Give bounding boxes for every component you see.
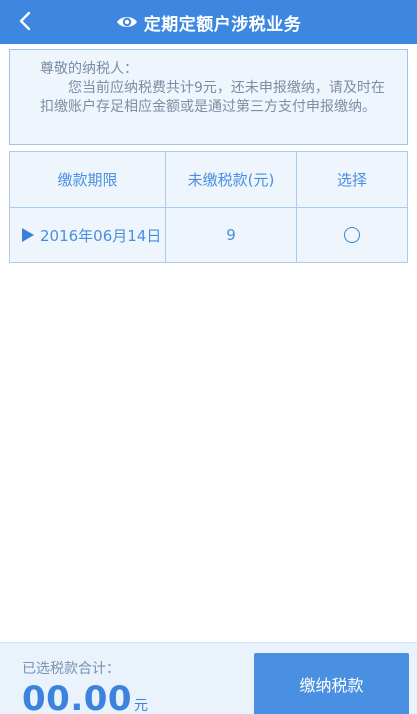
table-row[interactable]: 2016年06月14日 9: [10, 207, 407, 262]
selected-total-amount: 00.00 元: [22, 679, 148, 714]
page-title: 定期定额户涉税业务: [143, 14, 302, 35]
column-header-deadline: 缴款期限: [57, 171, 118, 189]
total-value: 00.00: [22, 679, 133, 714]
bottom-bar: 已选税款合计： 00.00 元 缴纳税款: [0, 642, 417, 714]
notice-box: 尊敬的纳税人： 您当前应纳税费共计9元，还未申报缴纳，请及时在扣缴账户存足相应金…: [9, 49, 408, 145]
unpaid-tax-cell: 9: [165, 208, 296, 262]
notice-message: 您当前应纳税费共计9元，还未申报缴纳，请及时在扣缴账户存足相应金额或是通过第三方…: [40, 80, 385, 115]
select-cell[interactable]: [296, 208, 407, 262]
tax-table: 缴款期限 未缴税款(元) 选择 2016年06月14日 9: [9, 151, 408, 263]
selected-total-label: 已选税款合计：: [22, 661, 120, 677]
tax-business-page: 定期定额户涉税业务 尊敬的纳税人： 您当前应纳税费共计9元，还未申报缴纳，请及时…: [0, 0, 417, 714]
expand-triangle-icon[interactable]: [22, 228, 34, 242]
top-nav-bar: 定期定额户涉税业务: [0, 0, 417, 44]
select-radio[interactable]: [344, 227, 360, 243]
deadline-cell[interactable]: 2016年06月14日: [10, 208, 165, 262]
title-group: 定期定额户涉税业务: [0, 0, 417, 44]
column-header-unpaid-tax: 未缴税款(元): [165, 152, 296, 207]
pay-tax-button[interactable]: 缴纳税款: [254, 653, 409, 714]
column-header-select: 选择: [296, 152, 407, 207]
table-header-row: 缴款期限 未缴税款(元) 选择: [10, 152, 407, 207]
total-unit: 元: [134, 698, 149, 714]
notice-greeting: 尊敬的纳税人：: [40, 61, 138, 77]
eye-icon: [116, 17, 137, 27]
deadline-value: 2016年06月14日: [40, 226, 162, 245]
